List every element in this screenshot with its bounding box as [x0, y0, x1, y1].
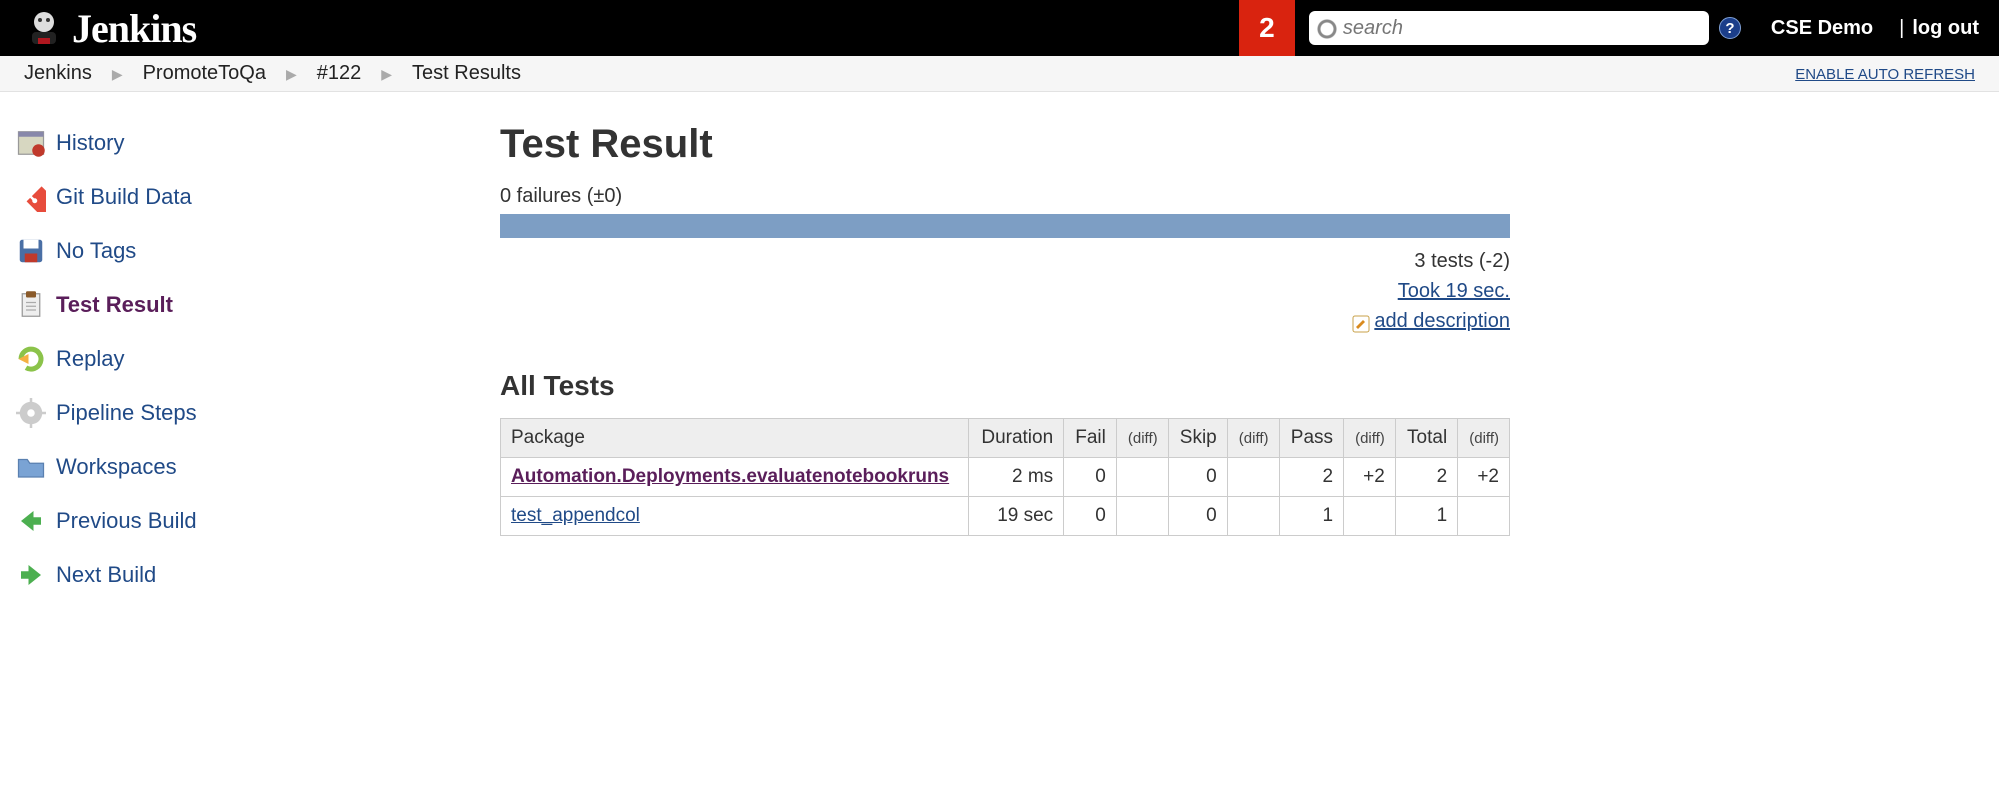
col-total[interactable]: Total — [1395, 419, 1457, 458]
edit-icon — [1352, 312, 1370, 330]
jenkins-logo-icon — [24, 8, 64, 48]
col-fail[interactable]: Fail — [1064, 419, 1117, 458]
breadcrumb-item[interactable]: Jenkins — [24, 62, 92, 84]
cell-total: 2 — [1395, 458, 1457, 497]
cell-total-diff: +2 — [1458, 458, 1510, 497]
help-icon[interactable]: ? — [1719, 17, 1741, 39]
separator-pipe: | — [1899, 17, 1904, 40]
table-row: test_appendcol19 sec0011 — [501, 497, 1510, 536]
cell-fail: 0 — [1064, 458, 1117, 497]
col-skip-diff[interactable]: (diff) — [1227, 419, 1279, 458]
enable-auto-refresh-link[interactable]: ENABLE AUTO REFRESH — [1795, 66, 1975, 83]
sidebar-item[interactable]: Next Build — [12, 548, 468, 602]
cell-package: Automation.Deployments.evaluatenotebookr… — [501, 458, 969, 497]
gear-icon — [16, 398, 46, 428]
sidebar-item[interactable]: Test Result — [12, 278, 468, 332]
search-wrap — [1309, 11, 1709, 45]
sidebar-item-label: Workspaces — [56, 454, 177, 480]
sidebar-item[interactable]: Replay — [12, 332, 468, 386]
sidebar-item[interactable]: Previous Build — [12, 494, 468, 548]
history-icon — [16, 128, 46, 158]
page-title: Test Result — [500, 122, 1510, 167]
cell-pass: 1 — [1279, 497, 1344, 536]
logout-link[interactable]: log out — [1912, 17, 1979, 40]
table-header-row: Package Duration Fail (diff) Skip (diff)… — [501, 419, 1510, 458]
package-link[interactable]: test_appendcol — [511, 505, 640, 526]
breadcrumb-item[interactable]: Test Results — [412, 62, 521, 84]
git-icon — [16, 182, 46, 212]
col-fail-diff[interactable]: (diff) — [1116, 419, 1168, 458]
col-package[interactable]: Package — [501, 419, 969, 458]
sidebar-item-label: Replay — [56, 346, 124, 372]
breadcrumb-separator-icon: ▶ — [286, 66, 297, 82]
col-skip[interactable]: Skip — [1168, 419, 1227, 458]
sidebar-item-label: Next Build — [56, 562, 156, 588]
user-name[interactable]: CSE Demo — [1771, 17, 1873, 40]
sidebar: History Git Build Data No Tags Test Result R… — [0, 92, 480, 626]
sidebar-item[interactable]: History — [12, 116, 468, 170]
breadcrumb-item[interactable]: #122 — [317, 62, 362, 84]
cell-skip: 0 — [1168, 458, 1227, 497]
clipboard-icon — [16, 290, 46, 320]
sidebar-item[interactable]: No Tags — [12, 224, 468, 278]
add-description-link[interactable]: add description — [1374, 306, 1510, 336]
cell-package: test_appendcol — [501, 497, 969, 536]
cell-skip-diff — [1227, 458, 1279, 497]
test-progress-bar — [500, 214, 1510, 238]
cell-duration: 2 ms — [969, 458, 1064, 497]
test-count: 3 tests (-2) — [500, 246, 1510, 276]
breadcrumb: Jenkins ▶ PromoteToQa ▶ #122 ▶ Test Results EN… — [0, 56, 1999, 92]
sidebar-item[interactable]: Workspaces — [12, 440, 468, 494]
search-input[interactable] — [1309, 11, 1709, 45]
auto-refresh-wrap: ENABLE AUTO REFRESH — [1795, 62, 1975, 85]
cell-pass-diff: +2 — [1344, 458, 1396, 497]
cell-fail: 0 — [1064, 497, 1117, 536]
sidebar-item-label: Previous Build — [56, 508, 197, 534]
arrow-right-icon — [16, 560, 46, 590]
col-duration[interactable]: Duration — [969, 419, 1064, 458]
failures-summary: 0 failures (±0) — [500, 185, 1510, 208]
sidebar-item-label: Test Result — [56, 292, 173, 318]
all-tests-heading: All Tests — [500, 370, 1510, 402]
breadcrumb-separator-icon: ▶ — [112, 66, 123, 82]
cell-pass: 2 — [1279, 458, 1344, 497]
sidebar-item-label: Pipeline Steps — [56, 400, 197, 426]
save-icon — [16, 236, 46, 266]
cell-pass-diff — [1344, 497, 1396, 536]
main-content: Test Result 0 failures (±0) 3 tests (-2)… — [480, 92, 1530, 626]
cell-skip-diff — [1227, 497, 1279, 536]
test-summary: 3 tests (-2) Took 19 sec. add descriptio… — [500, 246, 1510, 342]
notification-badge[interactable]: 2 — [1239, 0, 1295, 56]
cell-skip: 0 — [1168, 497, 1227, 536]
cell-fail-diff — [1116, 497, 1168, 536]
test-duration-link[interactable]: Took 19 sec. — [1398, 280, 1510, 302]
col-total-diff[interactable]: (diff) — [1458, 419, 1510, 458]
logo[interactable]: Jenkins — [0, 5, 196, 52]
col-pass[interactable]: Pass — [1279, 419, 1344, 458]
cell-total-diff — [1458, 497, 1510, 536]
arrow-left-icon — [16, 506, 46, 536]
sidebar-item-label: Git Build Data — [56, 184, 192, 210]
package-link[interactable]: Automation.Deployments.evaluatenotebookr… — [511, 466, 949, 487]
col-pass-diff[interactable]: (diff) — [1344, 419, 1396, 458]
breadcrumb-item[interactable]: PromoteToQa — [143, 62, 266, 84]
product-name: Jenkins — [72, 5, 196, 52]
folder-icon — [16, 452, 46, 482]
cell-duration: 19 sec — [969, 497, 1064, 536]
cell-fail-diff — [1116, 458, 1168, 497]
cell-total: 1 — [1395, 497, 1457, 536]
sidebar-item[interactable]: Git Build Data — [12, 170, 468, 224]
sidebar-item-label: History — [56, 130, 124, 156]
tests-table: Package Duration Fail (diff) Skip (diff)… — [500, 418, 1510, 536]
replay-icon — [16, 344, 46, 374]
top-header: Jenkins 2 ? CSE Demo | log out — [0, 0, 1999, 56]
sidebar-item[interactable]: Pipeline Steps — [12, 386, 468, 440]
breadcrumb-separator-icon: ▶ — [381, 66, 392, 82]
sidebar-item-label: No Tags — [56, 238, 136, 264]
user-block: CSE Demo | log out — [1751, 17, 1999, 40]
table-row: Automation.Deployments.evaluatenotebookr… — [501, 458, 1510, 497]
